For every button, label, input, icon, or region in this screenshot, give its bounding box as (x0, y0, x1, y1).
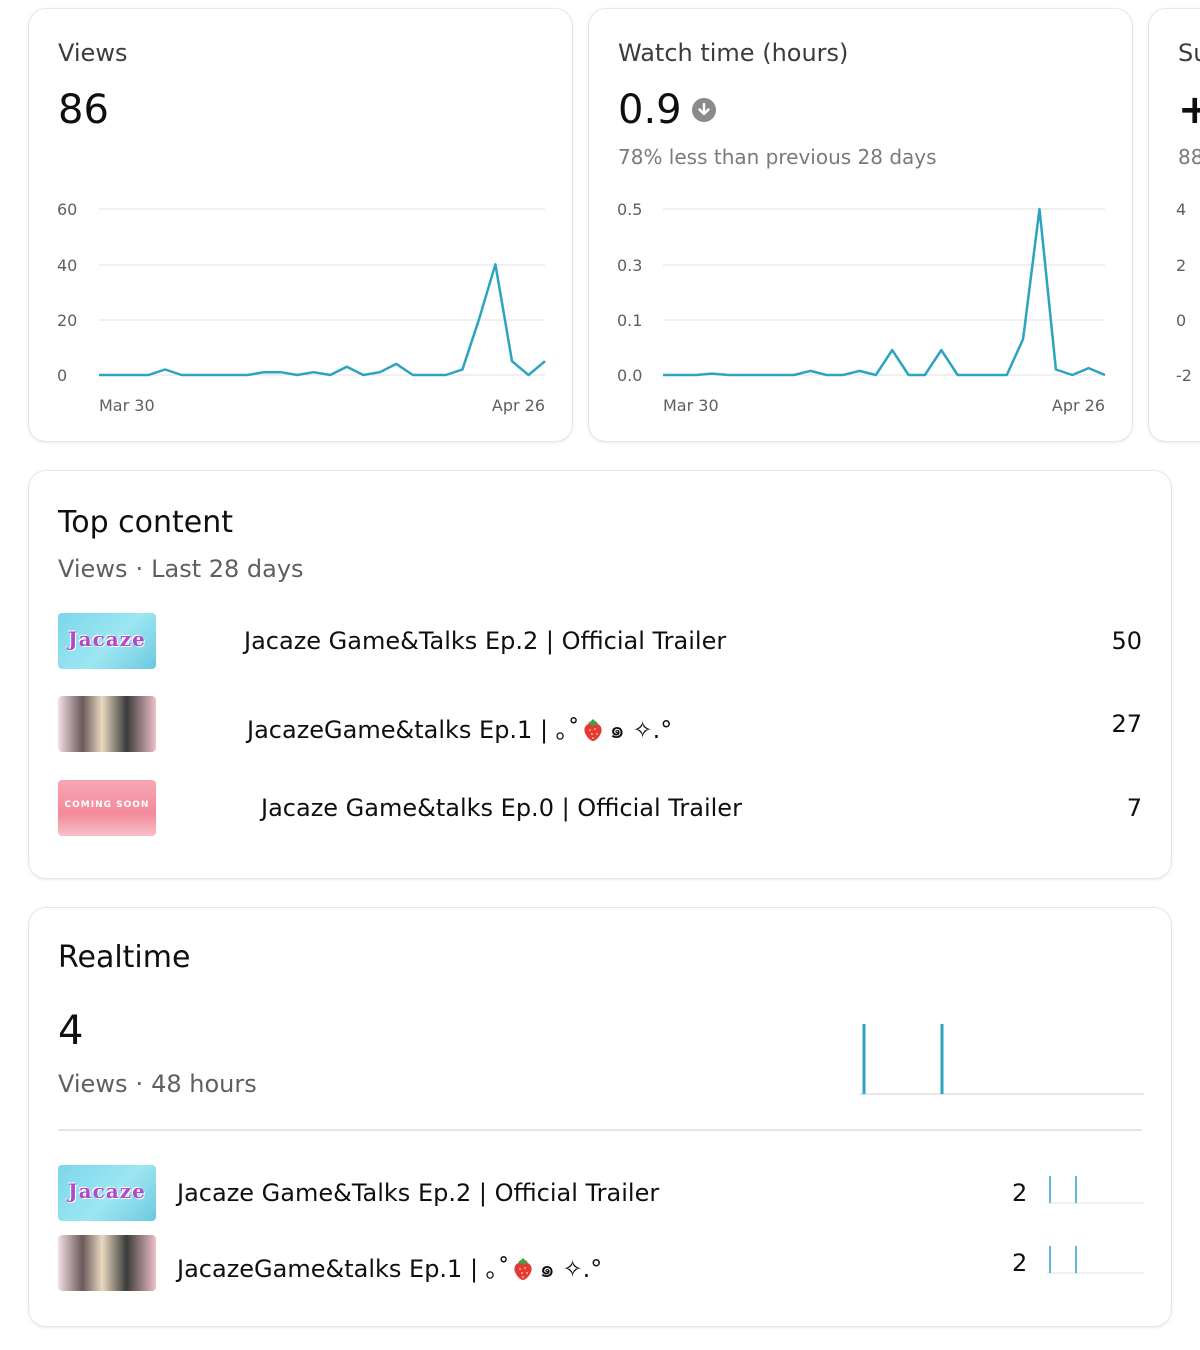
video-views: 50 (1111, 627, 1142, 655)
top-content-metric: Views (58, 555, 128, 583)
y-tick-label: 20 (57, 311, 77, 330)
video-views: 27 (1111, 710, 1142, 738)
top-content-card: Top content Views · Last 28 days Jacaze Ja… (28, 470, 1172, 879)
y-tick-label: 0 (1176, 311, 1186, 330)
realtime-title: Realtime (58, 940, 191, 975)
x-tick-label: Apr 26 (492, 396, 545, 415)
top-content-subtitle: Views · Last 28 days (58, 555, 304, 583)
watch-time-card[interactable]: Watch time (hours) 0.9 78% less than pre… (588, 8, 1133, 442)
video-views: 2 (1012, 1179, 1028, 1207)
video-title[interactable]: Jacaze Game&talks Ep.0 | Official Traile… (261, 794, 742, 822)
y-tick-label: 0 (57, 366, 67, 385)
video-thumbnail[interactable]: COMING SOON (58, 780, 156, 836)
video-thumbnail[interactable] (58, 1235, 156, 1291)
video-title-text: JacazeGame&talks Ep.1 | ｡˚ (177, 1255, 510, 1283)
video-title[interactable]: JacazeGame&talks Ep.1 | ｡˚ ๑ ✧.° (177, 1249, 602, 1288)
y-tick-label: 0.3 (617, 256, 642, 275)
strawberry-icon (584, 719, 602, 741)
y-tick-label: -2 (1176, 366, 1192, 385)
separator-dot: · (135, 555, 144, 583)
subscribers-card[interactable]: Su + 88 420-2 (1148, 8, 1200, 442)
series-line (663, 207, 1106, 377)
top-content-row[interactable]: JacazeGame&talks Ep.1 | ｡˚ ๑ ✧.° 27 (29, 696, 1171, 752)
y-tick-label: 0.5 (617, 200, 642, 219)
realtime-subtitle: Views · 48 hours (58, 1070, 257, 1098)
y-tick-label: 2 (1176, 256, 1186, 275)
video-thumbnail[interactable]: Jacaze (58, 1165, 156, 1221)
thumbnail-text: COMING SOON (64, 800, 150, 810)
realtime-period: 48 hours (151, 1070, 257, 1098)
y-tick-label: 40 (57, 256, 77, 275)
video-views: 7 (1126, 794, 1142, 822)
strawberry-icon (514, 1258, 532, 1280)
realtime-views-value: 4 (58, 1008, 84, 1054)
thumbnail-logo-text: Jacaze (68, 627, 146, 651)
top-content-row[interactable]: Jacaze Jacaze Game&Talks Ep.2 | Official… (29, 613, 1171, 669)
divider (58, 1129, 1142, 1131)
realtime-row[interactable]: Jacaze Jacaze Game&Talks Ep.2 | Official… (29, 1165, 1171, 1221)
video-title[interactable]: Jacaze Game&Talks Ep.2 | Official Traile… (244, 627, 726, 655)
y-tick-label: 4 (1176, 200, 1186, 219)
y-tick-label: 60 (57, 200, 77, 219)
video-title-text: JacazeGame&talks Ep.1 | ｡˚ (247, 716, 580, 744)
thumbnail-logo-text: Jacaze (68, 1179, 146, 1203)
realtime-card: Realtime 4 Views · 48 hours Jacaze Jacaze … (28, 907, 1172, 1327)
video-title[interactable]: JacazeGame&talks Ep.1 | ｡˚ ๑ ✧.° (247, 710, 672, 749)
video-thumbnail[interactable]: Jacaze (58, 613, 156, 669)
x-tick-label: Apr 26 (1052, 396, 1105, 415)
views-chart: 60 40 20 0 Mar 30 Apr 26 (57, 200, 546, 415)
video-thumbnail[interactable] (58, 696, 156, 752)
video-title-tail: ๑ ✧.° (539, 1255, 603, 1283)
y-tick-label: 0.1 (617, 311, 642, 330)
x-tick-label: Mar 30 (99, 396, 155, 415)
mini-bar-chart (1047, 1246, 1144, 1274)
y-tick-label: 0.0 (617, 366, 642, 385)
subscribers-chart: 4 2 0 -2 (1176, 200, 1192, 385)
x-tick-label: Mar 30 (663, 396, 719, 415)
realtime-metric: Views (58, 1070, 128, 1098)
realtime-bar-chart (859, 1024, 1144, 1095)
top-content-title: Top content (58, 505, 234, 540)
video-title[interactable]: Jacaze Game&Talks Ep.2 | Official Traile… (177, 1179, 659, 1207)
separator-dot: · (135, 1070, 144, 1098)
top-content-row[interactable]: COMING SOON Jacaze Game&talks Ep.0 | Off… (29, 780, 1171, 836)
watch-time-chart: 0.5 0.3 0.1 0.0 Mar 30 Apr 26 (617, 200, 1106, 415)
video-title-tail: ๑ ✧.° (609, 716, 673, 744)
views-card[interactable]: Views 86 60 40 20 0 Mar 30 Apr 26 (28, 8, 573, 442)
realtime-row[interactable]: JacazeGame&talks Ep.1 | ｡˚ ๑ ✧.° 2 (29, 1235, 1171, 1291)
video-views: 2 (1012, 1249, 1028, 1277)
top-content-period: Last 28 days (151, 555, 304, 583)
mini-bar-chart (1047, 1176, 1144, 1204)
